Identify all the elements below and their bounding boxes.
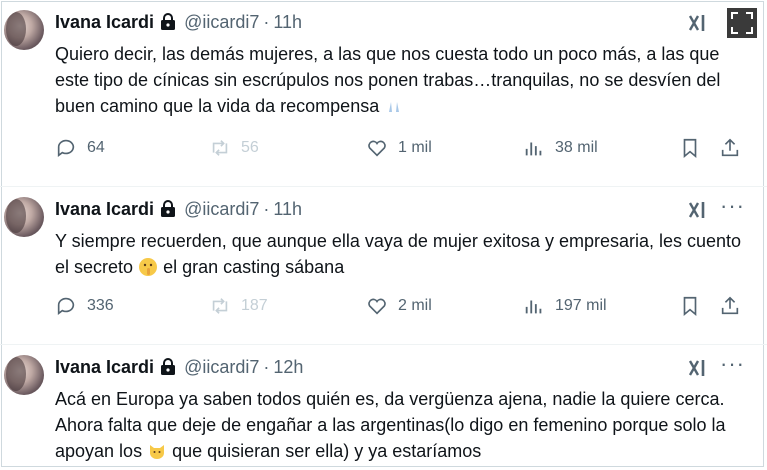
more-options-icon[interactable]: ··· bbox=[720, 351, 745, 377]
tweet: Ivana Icardi @iicardi7 · 11h ··· Y siemp… bbox=[0, 186, 767, 329]
like-count: 2 mil bbox=[398, 297, 432, 314]
reply-count: 336 bbox=[87, 297, 114, 314]
share-button[interactable] bbox=[719, 294, 741, 318]
separator-dot: · bbox=[263, 356, 270, 377]
repost-count: 187 bbox=[241, 297, 268, 314]
author-name[interactable]: Ivana Icardi bbox=[55, 357, 154, 378]
share-icon bbox=[721, 138, 739, 157]
share-button[interactable] bbox=[719, 136, 741, 160]
tweet-actions: 336 187 2 mil 197 mil bbox=[55, 294, 743, 318]
cat-face-emoji-icon bbox=[150, 445, 165, 459]
tweet-actions: 64 56 1 mil 38 mil bbox=[55, 136, 743, 160]
author-name[interactable]: Ivana Icardi bbox=[55, 12, 154, 33]
bookmark-icon bbox=[683, 296, 697, 317]
lock-icon bbox=[161, 200, 176, 217]
more-options-icon[interactable]: ··· bbox=[720, 193, 745, 219]
reply-icon bbox=[57, 139, 75, 157]
tweet-text-part: que quisieran ser ella) y ya estaríamos bbox=[172, 441, 482, 461]
views-button[interactable]: 38 mil bbox=[523, 136, 598, 160]
repost-count: 56 bbox=[241, 139, 259, 156]
author-handle[interactable]: @iicardi7 bbox=[184, 199, 259, 220]
like-count: 1 mil bbox=[398, 139, 432, 156]
like-button[interactable]: 2 mil bbox=[366, 294, 432, 318]
grok-icon[interactable] bbox=[687, 12, 709, 34]
like-button[interactable]: 1 mil bbox=[366, 136, 432, 160]
tweet: Ivana Icardi @iicardi7 · 11h Quiero deci… bbox=[0, 0, 767, 176]
repost-icon bbox=[212, 298, 228, 314]
timestamp[interactable]: 11h bbox=[273, 12, 302, 33]
avatar[interactable] bbox=[4, 197, 44, 237]
tweet: Ivana Icardi @iicardi7 · 12h ··· Acá en … bbox=[0, 344, 767, 470]
tweet-header: Ivana Icardi @iicardi7 · 11h bbox=[55, 10, 302, 34]
avatar[interactable] bbox=[4, 10, 44, 50]
author-handle[interactable]: @iicardi7 bbox=[184, 12, 259, 33]
views-count: 197 mil bbox=[555, 297, 607, 314]
praying-hands-emoji-icon bbox=[389, 102, 400, 112]
heart-icon bbox=[368, 298, 386, 315]
repost-button[interactable]: 56 bbox=[209, 136, 259, 160]
reply-count: 64 bbox=[87, 139, 105, 156]
repost-icon bbox=[212, 140, 228, 156]
share-icon bbox=[721, 296, 739, 315]
heart-icon bbox=[368, 140, 386, 157]
reply-button[interactable]: 64 bbox=[55, 136, 105, 160]
tweet-header: Ivana Icardi @iicardi7 · 11h bbox=[55, 197, 302, 221]
shushing-face-emoji-icon bbox=[139, 258, 158, 276]
repost-button[interactable]: 187 bbox=[209, 294, 268, 318]
author-name[interactable]: Ivana Icardi bbox=[55, 199, 154, 220]
lock-icon bbox=[161, 13, 176, 30]
reply-button[interactable]: 336 bbox=[55, 294, 114, 318]
bookmark-button[interactable] bbox=[679, 294, 701, 318]
avatar[interactable] bbox=[4, 355, 44, 395]
tweet-text: Quiero decir, las demás mujeres, a las q… bbox=[55, 41, 743, 119]
timestamp[interactable]: 11h bbox=[273, 199, 302, 220]
separator-dot: · bbox=[263, 11, 270, 32]
lock-icon bbox=[161, 358, 176, 375]
author-handle[interactable]: @iicardi7 bbox=[184, 357, 259, 378]
reply-icon bbox=[57, 297, 75, 315]
grok-icon[interactable] bbox=[687, 199, 709, 221]
timestamp[interactable]: 12h bbox=[273, 357, 303, 378]
tweet-text: Acá en Europa ya saben todos quién es, d… bbox=[55, 386, 743, 464]
views-button[interactable]: 197 mil bbox=[523, 294, 607, 318]
grok-icon[interactable] bbox=[687, 357, 709, 379]
tweet-text-part: Y siempre recuerden, que aunque ella vay… bbox=[55, 231, 742, 277]
expand-icon[interactable] bbox=[727, 8, 757, 38]
separator-dot: · bbox=[263, 198, 270, 219]
bookmark-icon bbox=[683, 138, 697, 159]
tweet-header: Ivana Icardi @iicardi7 · 12h bbox=[55, 355, 303, 379]
views-icon bbox=[525, 300, 542, 314]
tweet-text-part: el gran casting sábana bbox=[163, 257, 345, 277]
bookmark-button[interactable] bbox=[679, 136, 701, 160]
tweet-text: Y siempre recuerden, que aunque ella vay… bbox=[55, 228, 743, 280]
views-count: 38 mil bbox=[555, 139, 598, 156]
views-icon bbox=[525, 142, 542, 156]
